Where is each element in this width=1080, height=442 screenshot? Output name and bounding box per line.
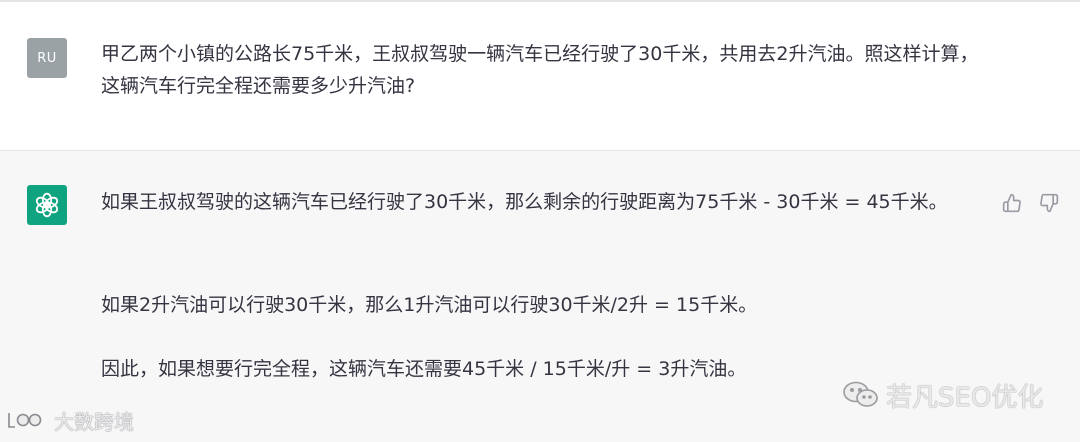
watermark-right-text: 若凡SEO优化 (886, 382, 1044, 413)
assistant-paragraph: 因此，如果想要行完全程，这辆汽车还需要45千米 / 15千米/升 = 3升汽油。 (101, 358, 747, 380)
user-message-row: RU 甲乙两个小镇的公路长75千米，王叔叔驾驶一辆汽车已经行驶了30千米，共用去… (0, 2, 1080, 151)
watermark-right: 若凡SEO优化 (842, 375, 1043, 415)
openai-logo-icon (35, 192, 59, 218)
wechat-icon (843, 381, 878, 407)
thumbs-down-button[interactable] (1037, 191, 1061, 215)
user-avatar-initials: RU (37, 50, 57, 66)
assistant-avatar (27, 185, 67, 225)
user-message-text: 甲乙两个小镇的公路长75千米，王叔叔驾驶一辆汽车已经行驶了30千米，共用去2升汽… (101, 43, 979, 97)
thumbs-down-icon (1040, 193, 1059, 213)
assistant-paragraph: 如果王叔叔驾驶的这辆汽车已经行驶了30千米，那么剩余的行驶距离为75千米 - 3… (101, 191, 948, 213)
assistant-paragraph: 如果2升汽油可以行驶30千米，那么1升汽油可以行驶30千米/2升 = 15千米。 (101, 294, 758, 316)
watermark-left-text: 大数跨境 (54, 409, 134, 434)
thumbs-up-button[interactable] (1000, 191, 1024, 215)
thumbs-up-icon (1002, 193, 1021, 213)
user-avatar: RU (27, 38, 67, 78)
watermark-logo-icon (8, 413, 42, 428)
watermark-left: 大数跨境 (6, 403, 134, 437)
